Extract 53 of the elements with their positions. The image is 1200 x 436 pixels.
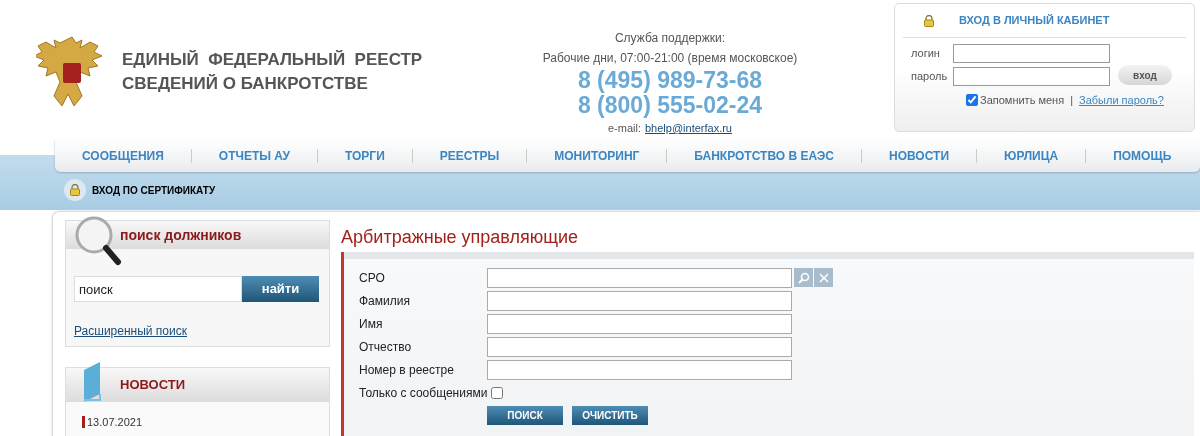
- menu-item[interactable]: СООБЩЕНИЯ: [55, 147, 191, 165]
- field-label: Только с сообщениями: [359, 384, 488, 402]
- field-label: Имя: [359, 315, 384, 333]
- search-icon[interactable]: [794, 268, 813, 287]
- login-title: ВХОД В ЛИЧНЫЙ КАБИНЕТ: [959, 13, 1110, 29]
- search-panel-title: поиск должников: [120, 225, 242, 245]
- text-field[interactable]: [487, 290, 792, 311]
- search-button[interactable]: ПОИСК: [487, 406, 563, 425]
- site-title: СВЕДЕНИЙ О БАНКРОТСТВЕ: [122, 73, 369, 95]
- text-field[interactable]: [487, 336, 792, 357]
- field-label: Номер в реестре: [359, 361, 455, 379]
- email-label: e-mail:: [608, 121, 641, 136]
- menu-item[interactable]: БАНКРОТСТВО В ЕАЭС: [667, 147, 861, 165]
- site-title: ЕДИНЫЙ ФЕДЕРАЛЬНЫЙ РЕЕСТР: [122, 49, 423, 71]
- phone-number: 8 (800) 555-02-24: [577, 93, 763, 118]
- clear-button[interactable]: ОЧИСТИТЬ: [572, 406, 648, 425]
- messages-checkbox[interactable]: [491, 386, 504, 399]
- news-title: НОВОСТИ: [120, 376, 186, 395]
- remember-label: Запомнить меня: [980, 93, 1065, 108]
- login-button[interactable]: вход: [1118, 65, 1172, 85]
- news-date: 13.07.2021: [87, 415, 143, 431]
- menu-item[interactable]: ПОМОЩЬ: [1086, 147, 1199, 165]
- page-title: Арбитражные управляющие: [341, 226, 580, 248]
- menu-item[interactable]: РЕЕСТРЫ: [412, 147, 527, 165]
- text-field[interactable]: [487, 313, 792, 334]
- advanced-search-link[interactable]: Расширенный поиск: [74, 322, 187, 340]
- menu-item[interactable]: ОТЧЕТЫ АУ: [191, 147, 317, 165]
- password-field[interactable]: [953, 67, 1110, 86]
- email-link[interactable]: bhelp@interfax.ru: [645, 118, 732, 138]
- lock-icon: [69, 184, 81, 196]
- menu-item[interactable]: НОВОСТИ: [862, 147, 977, 165]
- field-label: Фамилия: [359, 292, 411, 310]
- field-label: СРО: [359, 269, 386, 287]
- close-icon[interactable]: [814, 268, 833, 287]
- remember-checkbox[interactable]: [966, 94, 978, 107]
- forgot-password-link[interactable]: Забыли пароль?: [1079, 92, 1164, 109]
- phone-number: 8 (495) 989-73-68: [577, 68, 763, 93]
- menu-item[interactable]: ЮРЛИЦА: [977, 147, 1086, 165]
- field-label: Отчество: [359, 338, 413, 356]
- sro-field[interactable]: [487, 267, 792, 288]
- login-field[interactable]: [953, 44, 1110, 63]
- login-label: логин: [910, 46, 941, 62]
- find-button[interactable]: найти: [242, 276, 319, 302]
- support-label: Служба поддержки:: [614, 30, 726, 47]
- text-field[interactable]: [487, 359, 792, 380]
- password-label: пароль: [910, 69, 949, 85]
- separator: |: [1070, 93, 1073, 108]
- support-hours: Рабочие дни, 07:00-21:00 (время московское): [542, 50, 798, 67]
- debtor-search-field[interactable]: поиск: [74, 276, 242, 302]
- certificate-login-link[interactable]: ВХОД ПО СЕРТИФИКАТУ: [92, 182, 216, 198]
- menu-item[interactable]: ТОРГИ: [318, 147, 412, 165]
- menu-item[interactable]: МОНИТОРИНГ: [527, 147, 667, 165]
- lock-icon: [923, 14, 935, 27]
